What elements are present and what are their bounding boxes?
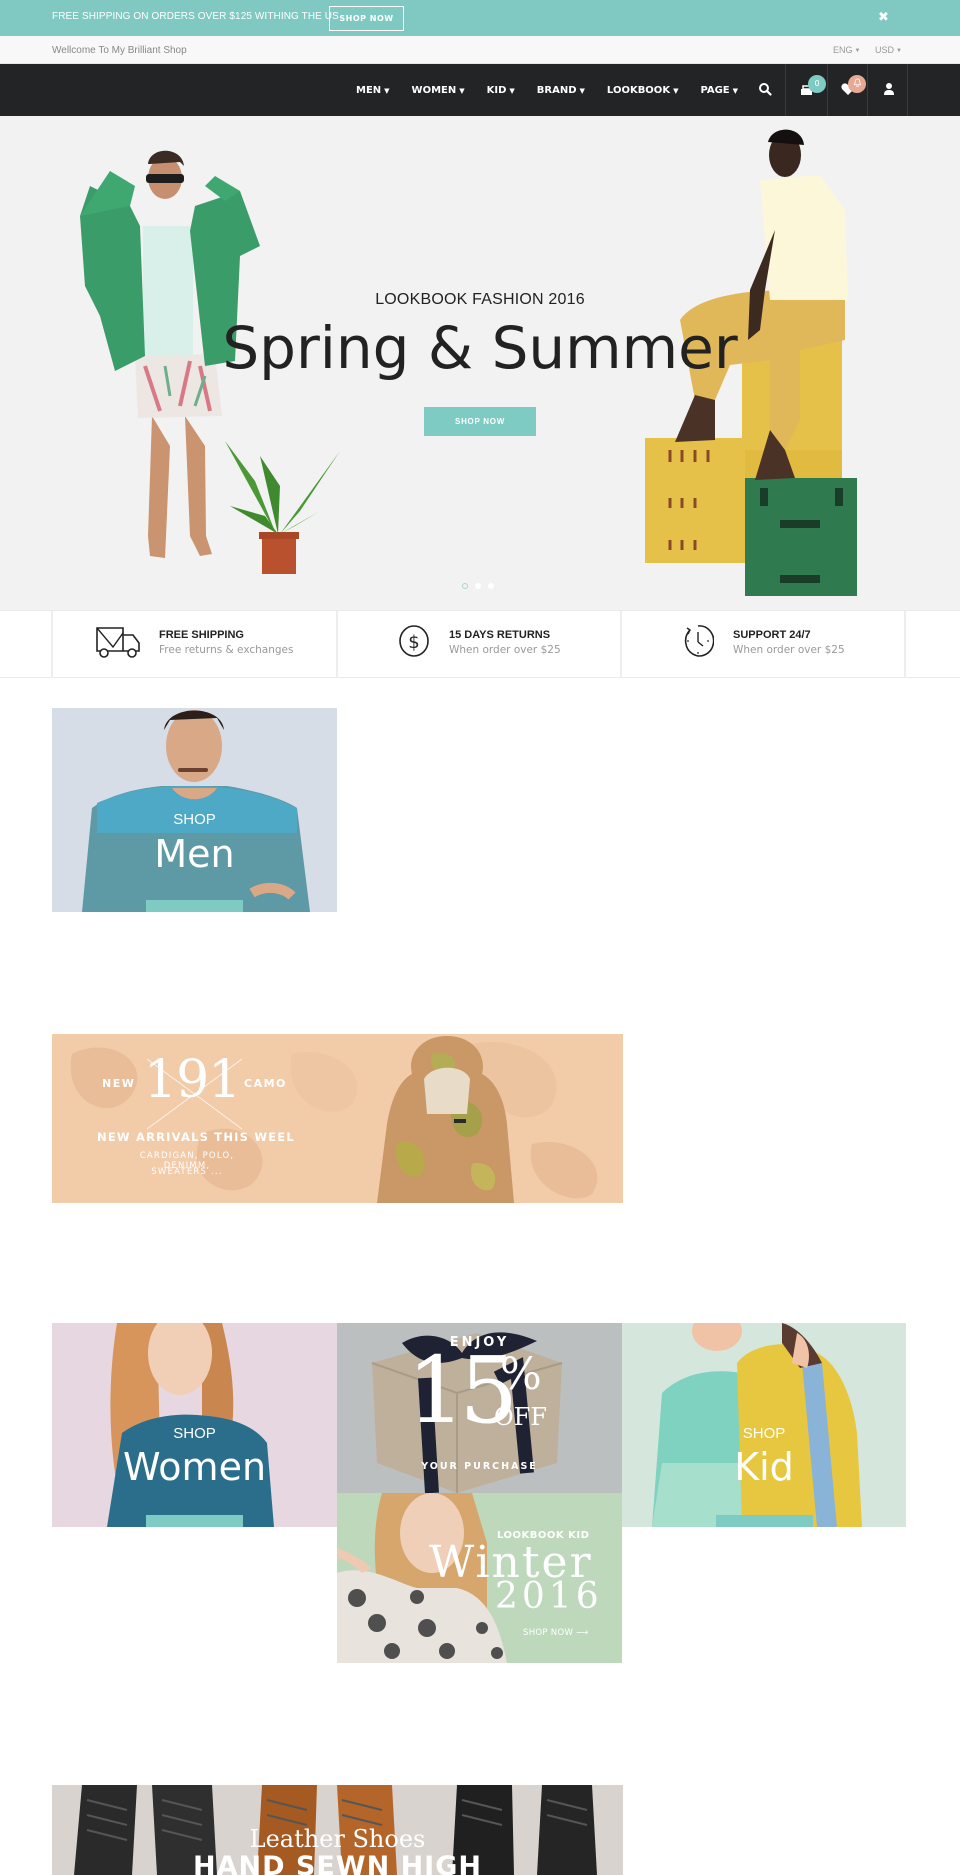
nav-item-kid[interactable]: KID ▼	[487, 85, 515, 96]
caret-down-icon: ▼	[854, 48, 861, 54]
feature-description: Free returns & exchanges	[159, 644, 294, 656]
shop-kid-banner[interactable]: SHOP Kid	[622, 1323, 906, 1527]
promo-bar: FREE SHIPPING ON ORDERS OVER $125 WITHIN…	[0, 0, 960, 36]
camo-pattern-image	[70, 1036, 598, 1203]
camo-label: CAMO	[244, 1077, 287, 1090]
account-button[interactable]	[867, 64, 908, 116]
feature-title: SUPPORT 24/7	[733, 629, 811, 641]
feature-title: FREE SHIPPING	[159, 629, 244, 641]
caret-down-icon: ▼	[459, 86, 465, 95]
nav-menu: MEN ▼ WOMEN ▼ KID ▼ BRAND ▼ LOOKBOOK ▼ PAGE ▼	[356, 64, 760, 116]
nav-item-label: PAGE	[700, 84, 730, 96]
search-icon[interactable]	[758, 82, 772, 96]
features-row: FREE SHIPPING Free returns & exchanges $…	[0, 610, 960, 678]
clock-icon	[684, 625, 714, 657]
caret-down-icon: ▼	[579, 86, 585, 95]
feature-description: When order over $25	[449, 644, 561, 656]
men-banner-image	[82, 710, 310, 912]
language-select[interactable]: ENG ▼	[833, 45, 860, 55]
caret-down-icon: ▼	[384, 86, 390, 95]
slider-pagination	[462, 583, 494, 589]
nav-item-label: WOMEN	[411, 84, 457, 96]
currency-select[interactable]: USD ▼	[875, 45, 902, 55]
caret-down-icon: ▼	[509, 86, 515, 95]
main-nav: MEN ▼ WOMEN ▼ KID ▼ BRAND ▼ LOOKBOOK ▼ PAGE ▼ …	[0, 64, 960, 116]
sale-percent: %	[500, 1349, 542, 1400]
divider	[904, 611, 906, 678]
nav-item-men[interactable]: MEN ▼	[356, 85, 390, 96]
dollar-icon: $	[399, 625, 429, 657]
lookbook-kid-year: 2016	[495, 1576, 603, 1617]
camo-arrivals-banner[interactable]: NEW 191 CAMO NEW ARRIVALS THIS WEEL CARD…	[52, 1034, 623, 1203]
top-bar: Wellcome To My Brilliant Shop ENG ▼ USD ▼	[0, 36, 960, 64]
feature-item: $ 15 DAYS RETURNS When order over $25	[338, 611, 620, 678]
cart-button[interactable]: 0	[785, 64, 827, 116]
truck-icon	[96, 627, 140, 658]
nav-item-women[interactable]: WOMEN ▼	[412, 85, 465, 96]
category-title: Women	[122, 1445, 267, 1489]
camo-number: 191	[144, 1050, 241, 1110]
slider-dot[interactable]	[475, 583, 481, 589]
caret-down-icon: ▼	[896, 48, 902, 54]
camo-line-2: SWEATERS ...	[151, 1167, 223, 1177]
lookbook-kid-shop-link[interactable]: SHOP NOW ⟶	[523, 1628, 589, 1638]
user-icon	[884, 83, 894, 95]
lookbook-kid-banner[interactable]: LOOKBOOK KID Winter 2016 SHOP NOW ⟶	[337, 1493, 622, 1663]
notification-badge	[848, 75, 866, 93]
hero-subtitle: LOOKBOOK FASHION 2016	[375, 291, 585, 308]
nav-item-label: KID	[486, 84, 507, 96]
shoes-headline: HAND SEWN HIGH	[193, 1851, 482, 1875]
shop-women-button[interactable]	[146, 1515, 243, 1527]
category-title: Kid	[734, 1445, 794, 1489]
feature-title: 15 DAYS RETURNS	[449, 629, 551, 641]
nav-item-page[interactable]: PAGE ▼	[700, 85, 738, 96]
shop-kid-button[interactable]	[716, 1515, 813, 1527]
shop-men-button[interactable]	[146, 900, 243, 912]
feature-description: When order over $25	[733, 644, 845, 656]
hero-title: Spring & Summer	[222, 314, 738, 382]
feature-item: FREE SHIPPING Free returns & exchanges	[53, 611, 336, 678]
camo-headline: NEW ARRIVALS THIS WEEL	[97, 1130, 295, 1144]
welcome-text: Wellcome To My Brilliant Shop	[52, 45, 187, 56]
camo-new-label: NEW	[102, 1077, 136, 1090]
caret-down-icon: ▼	[673, 86, 679, 95]
sale-15-off-banner[interactable]: ENJOY 15 % OFF YOUR PURCHASE	[337, 1323, 622, 1493]
currency-value: USD	[875, 45, 895, 55]
nav-item-label: LOOKBOOK	[606, 84, 671, 96]
promo-shop-now-button[interactable]: SHOP NOW	[329, 6, 404, 31]
wishlist-button[interactable]	[827, 64, 867, 116]
bell-icon	[853, 78, 861, 87]
nav-item-lookbook[interactable]: LOOKBOOK ▼	[607, 85, 679, 96]
feature-item: SUPPORT 24/7 When order over $25	[622, 611, 904, 678]
svg-text:$: $	[408, 632, 419, 653]
shop-label: SHOP	[173, 1425, 216, 1442]
nav-item-brand[interactable]: BRAND ▼	[537, 85, 585, 96]
sale-bottom-text: YOUR PURCHASE	[421, 1461, 538, 1472]
language-value: ENG	[833, 45, 853, 55]
close-icon[interactable]: ✖	[878, 10, 889, 25]
shoes-script-title: Leather Shoes	[249, 1825, 426, 1853]
promo-text: FREE SHIPPING ON ORDERS OVER $125 WITHIN…	[52, 11, 339, 22]
hero-shop-now-button[interactable]: SHOP NOW	[424, 407, 536, 436]
shop-women-banner[interactable]: SHOP Women	[52, 1323, 337, 1527]
leather-shoes-banner[interactable]: Leather Shoes HAND SEWN HIGH	[52, 1785, 623, 1875]
cart-count-badge: 0	[808, 75, 826, 93]
nav-item-label: MEN	[356, 84, 382, 96]
caret-down-icon: ▼	[732, 86, 739, 95]
hero-slider: LOOKBOOK FASHION 2016 Spring & Summer SH…	[0, 116, 960, 610]
shop-label: SHOP	[742, 1425, 786, 1442]
slider-dot[interactable]	[462, 583, 468, 589]
shop-men-banner[interactable]: SHOP Men	[52, 708, 337, 912]
category-title: Men	[154, 832, 235, 876]
shop-label: SHOP	[173, 811, 216, 828]
slider-dot[interactable]	[488, 583, 494, 589]
nav-item-label: BRAND	[536, 84, 577, 96]
sale-off: OFF	[494, 1403, 547, 1431]
